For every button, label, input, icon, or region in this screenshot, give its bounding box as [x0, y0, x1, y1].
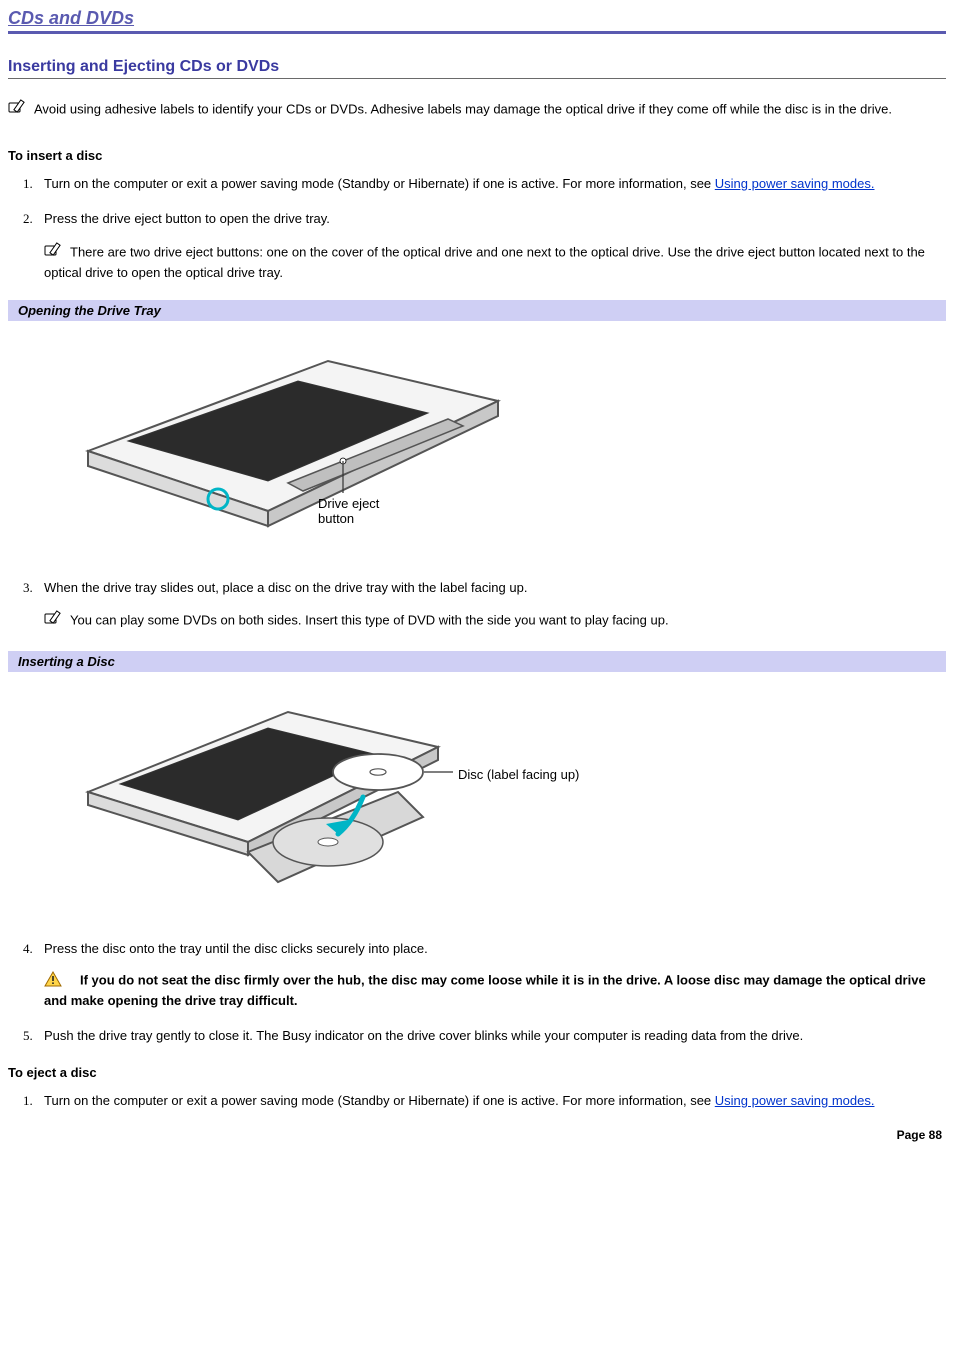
eject-step-1: Turn on the computer or exit a power sav…	[36, 1092, 946, 1110]
pencil-note-icon	[44, 610, 66, 631]
insert-step-5: Push the drive tray gently to close it. …	[36, 1027, 946, 1045]
figure-2-label: Disc (label facing up)	[458, 767, 579, 782]
insert-disc-illustration	[68, 692, 628, 912]
figure-1-label: Drive eject button	[318, 496, 379, 527]
page-title: CDs and DVDs	[8, 8, 946, 34]
figure-1-caption: Opening the Drive Tray	[8, 300, 946, 321]
intro-note-text: Avoid using adhesive labels to identify …	[34, 102, 892, 117]
page-number: Page 88	[8, 1128, 946, 1142]
page-container: CDs and DVDs Inserting and Ejecting CDs …	[0, 0, 954, 1166]
warning-icon	[44, 971, 62, 992]
step-text: Push the drive tray gently to close it. …	[44, 1028, 803, 1043]
insert-step-4: Press the disc onto the tray until the d…	[36, 940, 946, 1010]
power-saving-modes-link[interactable]: Using power saving modes.	[715, 176, 875, 191]
insert-step-2: Press the drive eject button to open the…	[36, 210, 946, 282]
insert-step-3: When the drive tray slides out, place a …	[36, 579, 946, 633]
insert-step-1: Turn on the computer or exit a power sav…	[36, 175, 946, 193]
step-text: Press the disc onto the tray until the d…	[44, 941, 428, 956]
step-text: Turn on the computer or exit a power sav…	[44, 176, 715, 191]
step-2-note-text: There are two drive eject buttons: one o…	[44, 244, 925, 280]
section-heading: Inserting and Ejecting CDs or DVDs	[8, 58, 946, 79]
eject-heading: To eject a disc	[8, 1065, 946, 1080]
figure-2-caption: Inserting a Disc	[8, 651, 946, 672]
step-3-note-text: You can play some DVDs on both sides. In…	[70, 613, 669, 628]
pencil-note-icon	[8, 99, 30, 120]
insert-steps-list: Turn on the computer or exit a power sav…	[36, 175, 946, 282]
step-4-warning: If you do not seat the disc firmly over …	[44, 971, 946, 1009]
figure-2: Disc (label facing up)	[68, 692, 946, 912]
step-text: Turn on the computer or exit a power sav…	[44, 1093, 715, 1108]
insert-steps-list-cont: When the drive tray slides out, place a …	[36, 579, 946, 633]
pencil-note-icon	[44, 242, 66, 263]
step-4-warning-text: If you do not seat the disc firmly over …	[44, 973, 926, 1008]
insert-heading: To insert a disc	[8, 148, 946, 163]
insert-steps-list-cont2: Press the disc onto the tray until the d…	[36, 940, 946, 1045]
step-2-note: There are two drive eject buttons: one o…	[44, 242, 946, 282]
figure-1: Drive eject button	[68, 341, 946, 551]
step-text: When the drive tray slides out, place a …	[44, 580, 527, 595]
step-text: Press the drive eject button to open the…	[44, 211, 330, 226]
intro-note: Avoid using adhesive labels to identify …	[8, 99, 946, 122]
step-3-note: You can play some DVDs on both sides. In…	[44, 610, 946, 633]
power-saving-modes-link[interactable]: Using power saving modes.	[715, 1093, 875, 1108]
eject-steps-list: Turn on the computer or exit a power sav…	[36, 1092, 946, 1110]
